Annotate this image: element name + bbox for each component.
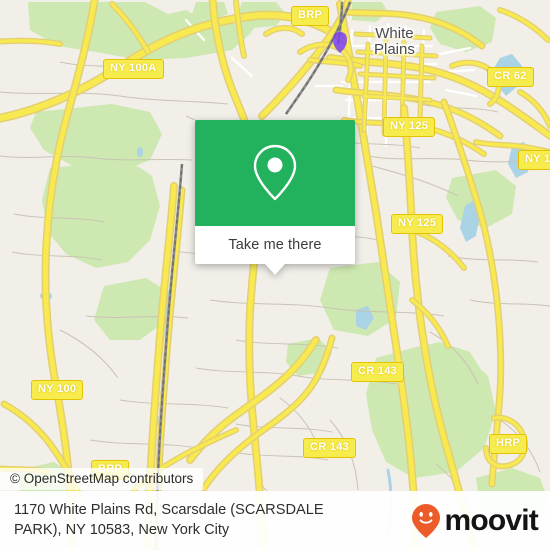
location-callout[interactable]: Take me there bbox=[195, 120, 355, 275]
road-shield-brp-top[interactable]: BRP bbox=[291, 6, 330, 26]
road-shield-ny-125-lower[interactable]: NY 125 bbox=[391, 214, 444, 234]
moovit-smiley-pin-icon bbox=[412, 503, 441, 538]
map-pin-icon bbox=[253, 144, 297, 201]
address-line-2: PARK), NY 10583, New York City bbox=[14, 521, 230, 538]
road-shield-hrp[interactable]: HRP bbox=[489, 434, 528, 454]
road-shield-ny-125-upper[interactable]: NY 125 bbox=[383, 117, 436, 137]
moovit-wordmark: moovit bbox=[444, 503, 538, 537]
road-shield-ny-100a[interactable]: NY 100A bbox=[103, 59, 164, 79]
take-me-there-label: Take me there bbox=[228, 237, 322, 253]
moovit-logo[interactable]: moovit bbox=[411, 503, 550, 539]
map-screenshot: .park{fill:#cde8b0;} .water{fill:#aad3e6… bbox=[0, 0, 550, 550]
osm-attribution-text: © OpenStreetMap contributors bbox=[10, 471, 194, 486]
road-shield-ny-12-clipped[interactable]: NY 12 bbox=[518, 150, 550, 170]
take-me-there-button[interactable]: Take me there bbox=[195, 226, 355, 264]
road-shield-cr-62[interactable]: CR 62 bbox=[487, 67, 534, 87]
road-shield-cr-143-upper[interactable]: CR 143 bbox=[351, 362, 405, 382]
address-block: 1170 White Plains Rd, Scarsdale (SCARSDA… bbox=[0, 501, 411, 540]
osm-attribution[interactable]: © OpenStreetMap contributors bbox=[0, 468, 204, 490]
callout-pointer bbox=[265, 264, 285, 275]
road-shield-cr-143-lower[interactable]: CR 143 bbox=[303, 438, 357, 458]
road-shield-ny-100[interactable]: NY 100 bbox=[31, 380, 84, 400]
callout-image-area bbox=[195, 120, 355, 226]
footer-bar: 1170 White Plains Rd, Scarsdale (SCARSDA… bbox=[0, 491, 550, 550]
address-line-1: 1170 White Plains Rd, Scarsdale (SCARSDA… bbox=[14, 501, 324, 518]
